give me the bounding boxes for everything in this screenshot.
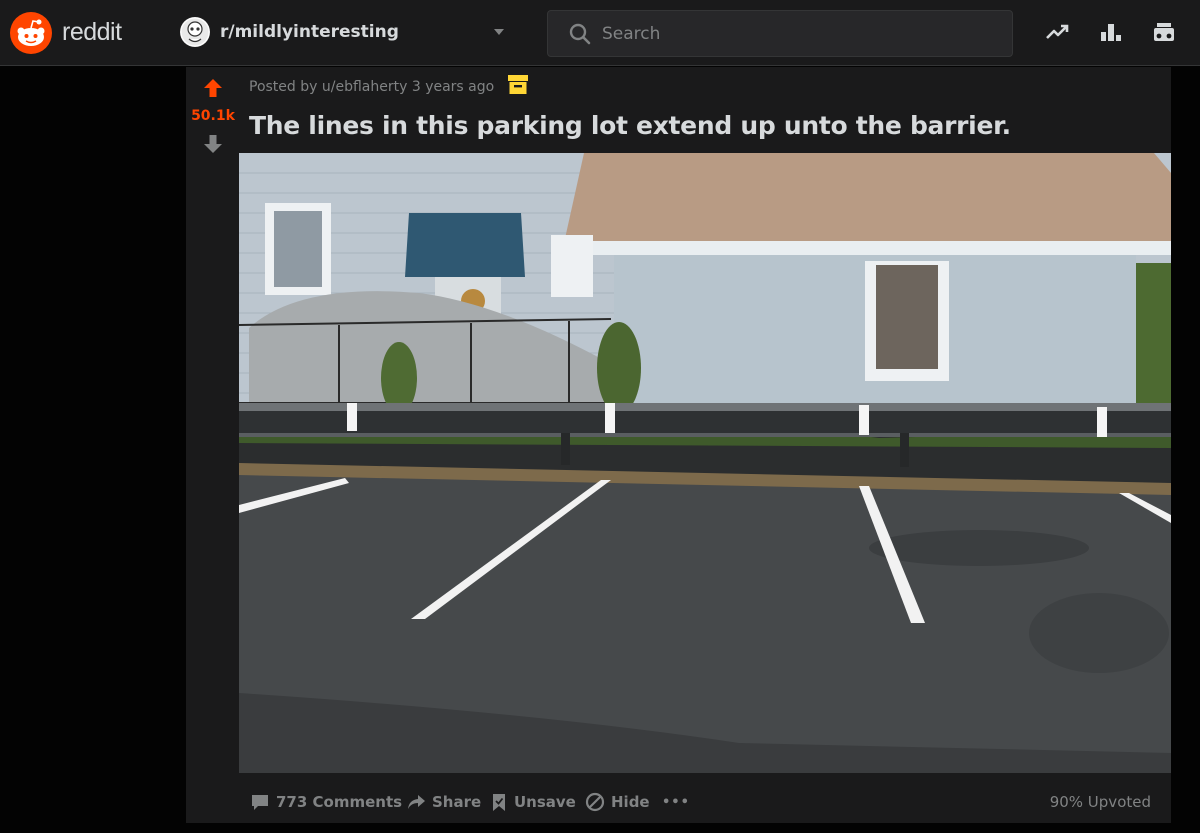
reddit-wordmark[interactable]: reddit [62,18,122,47]
hide-button[interactable]: Hide [585,790,650,814]
reddit-logo-icon[interactable] [10,12,52,54]
comments-label: 773 Comments [276,793,403,811]
post-image[interactable] [239,153,1171,773]
post-age: 3 years ago [407,79,495,95]
hide-label: Hide [611,793,650,811]
chevron-down-icon [494,29,504,35]
vote-column: 50.1k [186,67,238,823]
posted-by-label: Posted by [249,79,322,95]
trending-icon[interactable] [1045,19,1071,45]
comment-icon [252,795,268,810]
search-bar [547,10,1013,57]
downvote-arrow-icon[interactable] [202,133,224,155]
share-button[interactable]: Share [406,790,481,814]
post-title[interactable]: The lines in this parking lot extend up … [249,111,1011,140]
leaderboard-icon[interactable] [1098,19,1124,45]
search-icon [569,23,591,45]
vote-score: 50.1k [191,108,235,124]
archive-icon [508,75,528,94]
share-icon [408,795,425,809]
hide-icon [585,792,605,812]
author-link[interactable]: u/ebflaherty [322,79,408,95]
subreddit-avatar-icon [180,17,210,47]
comments-button[interactable]: 773 Comments [250,790,402,814]
bookmark-icon [493,794,505,811]
unsave-button[interactable]: Unsave [490,790,576,814]
top-navbar: reddit r/mildlyinteresting [0,0,1200,66]
all-icon[interactable] [1151,19,1177,45]
subreddit-switcher[interactable]: r/mildlyinteresting [168,12,520,54]
upvote-arrow-icon[interactable] [202,77,224,99]
upvote-ratio: 90% Upvoted [1049,793,1151,811]
share-label: Share [432,793,482,811]
post-meta: Posted by u/ebflaherty 3 years ago [249,79,494,95]
subreddit-name: r/mildlyinteresting [220,22,399,42]
parking-lot-photo [239,153,1171,773]
search-input[interactable] [602,19,992,49]
more-options-button[interactable]: ••• [662,790,690,814]
post-actions-bar: 773 Comments Share Unsave Hide ••• 90% U… [186,784,1171,820]
unsave-label: Unsave [514,793,576,811]
